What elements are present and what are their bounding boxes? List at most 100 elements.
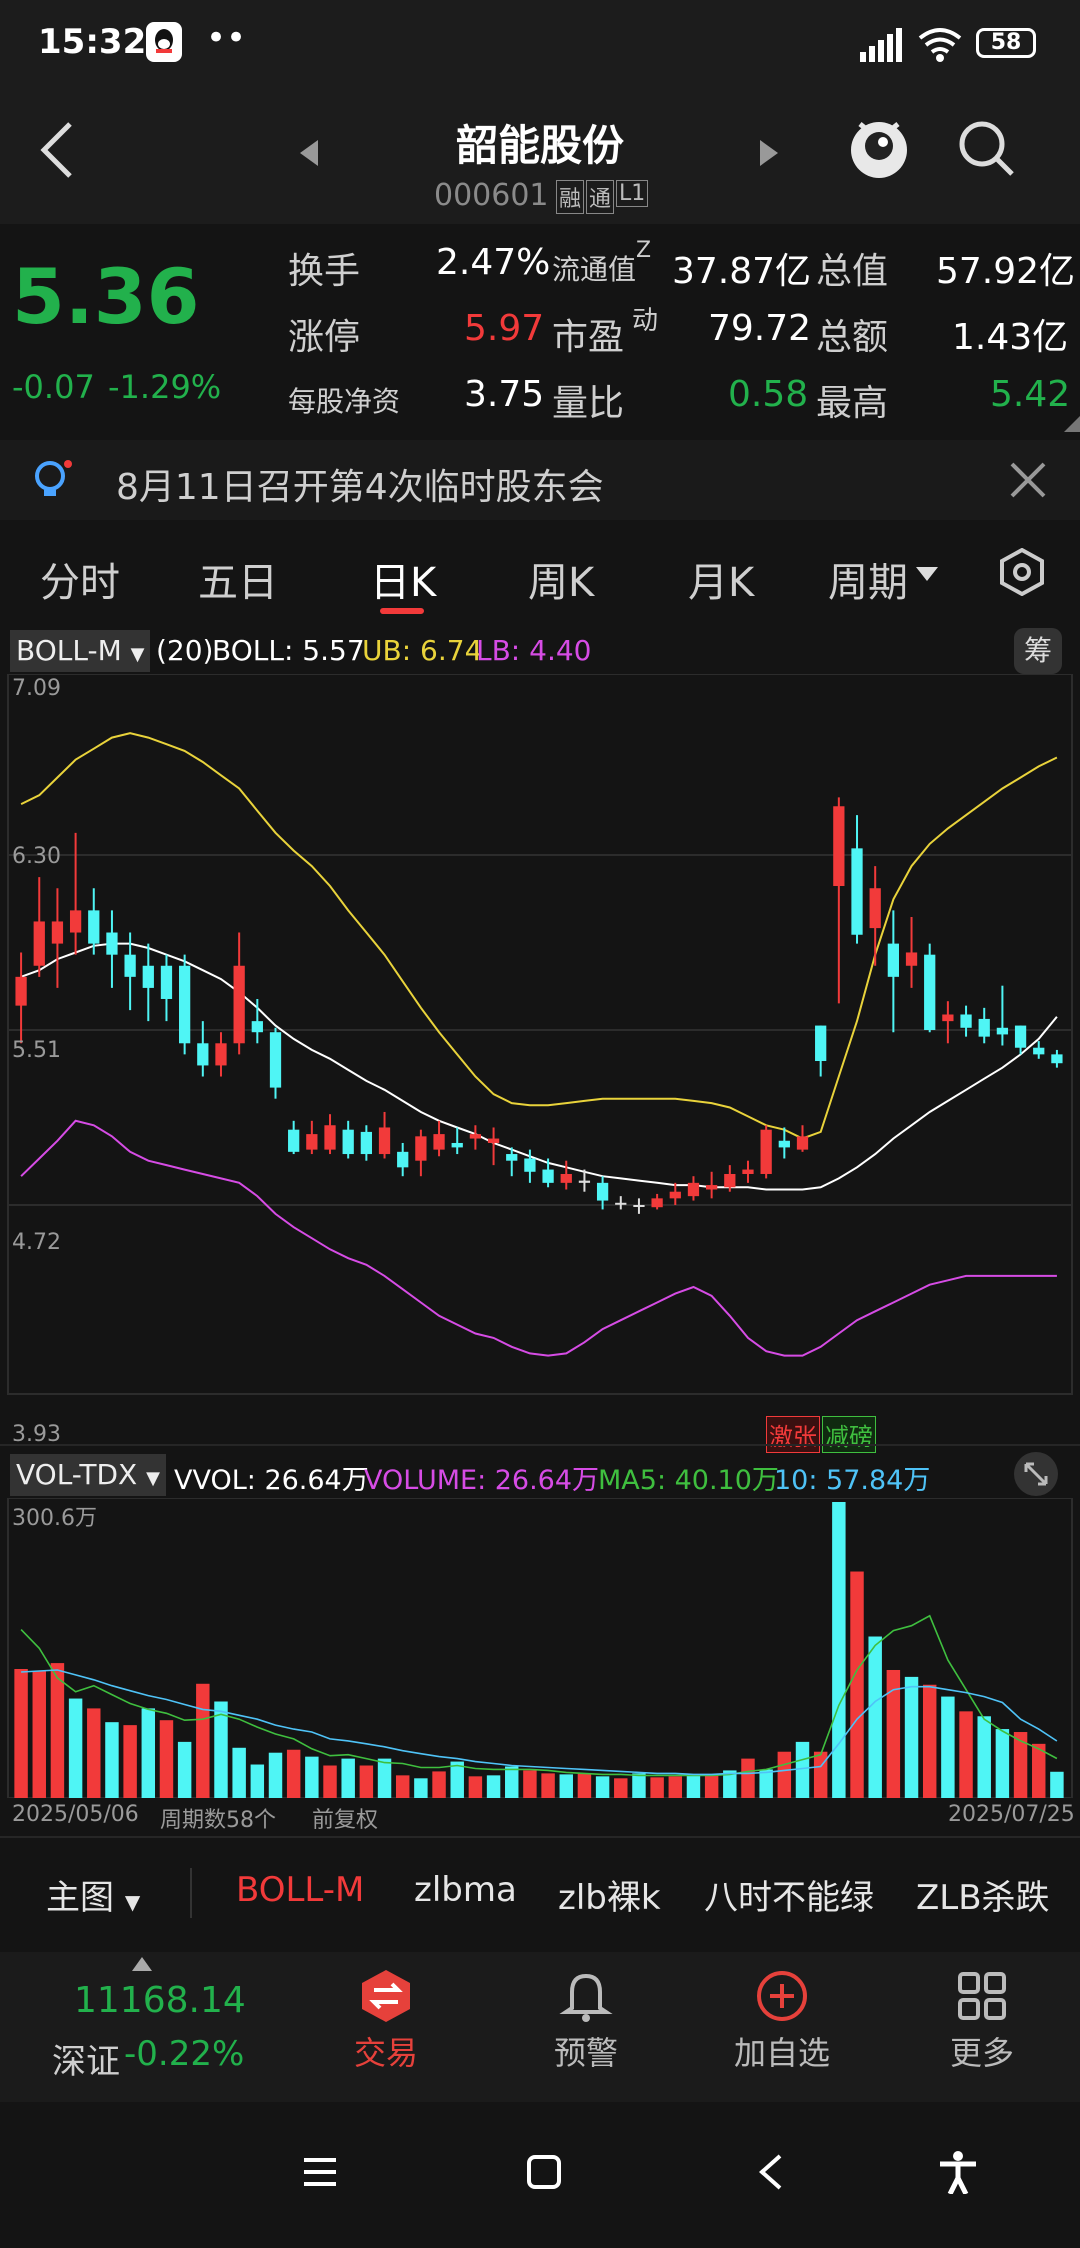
candle-body (942, 1014, 954, 1022)
kline-chart[interactable]: BOLL-M ▼ (20) BOLL: 5.57 UB: 6.74 LB: 4.… (0, 624, 1080, 1453)
system-nav (0, 2102, 1080, 2248)
volume-bar (141, 1708, 156, 1798)
nav-more[interactable]: 更多 (902, 1968, 1062, 2074)
tab-intraday[interactable]: 分时 (40, 550, 120, 608)
qq-icon (146, 22, 182, 62)
total-cap-value: 57.92亿 (936, 251, 1076, 292)
status-bar: 15:32 •• 58 (0, 0, 1080, 90)
lightbulb-icon (30, 458, 74, 506)
fullscreen-icon[interactable] (1014, 1452, 1058, 1496)
volume-bar (941, 1696, 955, 1798)
volume-bar (286, 1749, 301, 1798)
volume-bar (395, 1775, 410, 1798)
next-stock-icon[interactable] (758, 138, 780, 172)
menu-icon[interactable] (302, 2154, 338, 2194)
nav-trade[interactable]: 交易 (306, 1968, 466, 2074)
candle-body (669, 1191, 681, 1199)
indicator-zlbma[interactable]: zlbma (414, 1870, 517, 1910)
candle-body (542, 1169, 554, 1183)
pe-sup: 动 (632, 306, 659, 336)
boll-upper-line (20, 732, 1058, 1140)
indicator-boll-m[interactable]: BOLL-M (236, 1870, 364, 1910)
volume-bar (614, 1778, 628, 1798)
indicator-zlb-shadie[interactable]: ZLB杀跌 (916, 1870, 1050, 1919)
tab-five-day[interactable]: 五日 (198, 550, 278, 608)
chip-distribution-button[interactable]: 筹 (1014, 628, 1062, 674)
nav-alert-label: 预警 (553, 2034, 618, 2072)
kline-frame (7, 674, 1073, 1395)
tab-monthly-k[interactable]: 月K (688, 550, 754, 608)
volume-axis-max: 300.6万 (12, 1506, 97, 1531)
settings-hexagon-icon[interactable] (998, 547, 1046, 600)
main-chart-select[interactable]: 主图 ▼ (46, 1870, 140, 1919)
candle-body (996, 1027, 1009, 1035)
limit-up-value: 5.97 (464, 308, 545, 349)
volume-chart[interactable]: VOL-TDX ▼ VVOL: 26.64万 VOLUME: 26.64万 MA… (0, 1446, 1080, 1836)
tab-period[interactable]: 周期 (828, 550, 908, 608)
candle-body (560, 1173, 572, 1183)
candle-body (724, 1173, 736, 1188)
volume-bar (668, 1776, 683, 1798)
back-nav-icon[interactable] (756, 2154, 786, 2194)
total-cap-label: 总值 (816, 251, 889, 292)
boll-lb-value: LB: 4.40 (476, 634, 592, 667)
volume-indicator-name: VOL-TDX (16, 1458, 138, 1491)
volume-bar (777, 1751, 792, 1798)
nav-add-watchlist[interactable]: 加自选 (702, 1968, 862, 2074)
volume-bar (1050, 1771, 1064, 1798)
indicator-zlb-naked-k[interactable]: zlb裸k (558, 1870, 661, 1919)
high-label: 最高 (816, 383, 889, 424)
boll-lower-line (20, 1119, 1057, 1357)
candle-body (269, 1032, 282, 1088)
volume-bar (795, 1741, 810, 1798)
candle-body (251, 1021, 263, 1033)
ma5-value: MA5: 40.10万 (598, 1465, 779, 1496)
volume-bar (505, 1766, 519, 1798)
tab-weekly-k[interactable]: 周K (528, 550, 594, 608)
search-icon[interactable] (956, 118, 1016, 182)
volume-bar (922, 1684, 937, 1798)
candle-body (451, 1142, 463, 1148)
candle-body (978, 1018, 990, 1037)
volume-bar (632, 1773, 646, 1798)
candle-body (397, 1151, 409, 1168)
volume-ma10-line (21, 1669, 1058, 1776)
accessibility-icon[interactable] (938, 2150, 978, 2198)
notice-bar[interactable]: 8月11日召开第4次临时股东会 (0, 440, 1080, 520)
index-value[interactable]: 11168.14 (74, 1980, 246, 2021)
volume-bar (977, 1716, 991, 1798)
candle-body (288, 1129, 300, 1152)
volume-bar (650, 1777, 664, 1798)
bottom-nav: 11168.14 深证 -0.22% 交易 预警 加自选 更多 (0, 1952, 1080, 2102)
indicator-bashi[interactable]: 八时不能绿 (704, 1870, 874, 1919)
chevron-down-icon (916, 566, 938, 585)
volume-bar (904, 1676, 919, 1798)
boll-params: (20) (156, 634, 214, 667)
boll-indicator-name: BOLL-M (16, 634, 122, 667)
tab-daily-k[interactable]: 日K (370, 550, 436, 608)
nav-alert[interactable]: 预警 (506, 1968, 666, 2074)
volume-bar (323, 1765, 337, 1798)
volume-bar (577, 1773, 592, 1798)
candle-body (106, 932, 118, 955)
float-cap-sup: Z (636, 238, 652, 263)
robot-assistant-icon[interactable] (846, 112, 912, 186)
volume-bar (559, 1774, 573, 1798)
candle-body (578, 1180, 591, 1183)
close-icon[interactable] (1008, 460, 1048, 504)
candle-body (360, 1131, 372, 1155)
candle-body (124, 954, 136, 977)
current-price: 5.36 (12, 252, 200, 341)
volume-bar (468, 1776, 483, 1798)
expand-corner-icon[interactable] (1064, 416, 1080, 436)
candle-body (506, 1154, 518, 1161)
candle-body (706, 1185, 718, 1190)
home-icon[interactable] (526, 2154, 562, 2194)
candle-body (469, 1134, 482, 1139)
quote-panel: 5.36 -0.07 -1.29% 换手 2.47% 流通值 Z 37.87亿 … (0, 224, 1080, 438)
candle-body (433, 1134, 445, 1150)
boll-indicator-select[interactable]: BOLL-M ▼ (10, 630, 151, 672)
volume-bar (196, 1683, 210, 1798)
volume-indicator-select[interactable]: VOL-TDX ▼ (10, 1454, 166, 1496)
volume-bar (68, 1698, 83, 1798)
